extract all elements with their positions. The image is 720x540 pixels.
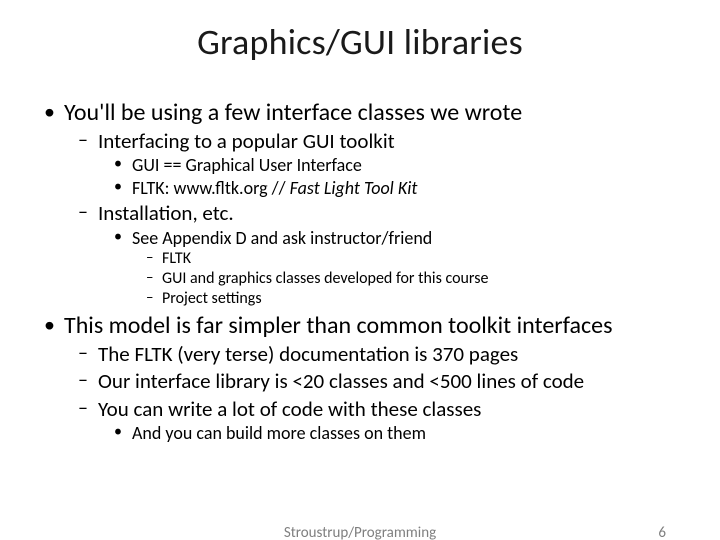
list-item: Our interface library is <20 classes and… xyxy=(64,368,720,394)
bullet-text: See Appendix D and ask instructor/friend xyxy=(132,227,432,249)
list-item: See Appendix D and ask instructor/friend… xyxy=(98,227,720,310)
slide-title: Graphics/GUI libraries xyxy=(0,20,720,64)
sublist: Interfacing to a popular GUI toolkit GUI… xyxy=(64,128,720,309)
page-number: 6 xyxy=(658,524,666,540)
bullet-text: Project settings xyxy=(162,289,262,308)
bullet-text: This model is far simpler than common to… xyxy=(64,311,612,340)
list-item: You can write a lot of code with these c… xyxy=(64,396,720,445)
bullet-text: You can write a lot of code with these c… xyxy=(98,396,481,422)
sublist: The FLTK (very terse) documentation is 3… xyxy=(64,341,720,444)
list-item: And you can build more classes on them xyxy=(98,422,720,445)
bullet-text: Our interface library is <20 classes and… xyxy=(98,368,584,394)
bullet-text: The FLTK (very terse) documentation is 3… xyxy=(98,341,518,367)
bullet-text: Installation, etc. xyxy=(98,200,234,226)
sublist: GUI == Graphical User Interface FLTK: ww… xyxy=(98,154,720,199)
sublist: And you can build more classes on them xyxy=(98,422,720,445)
sublist: FLTK GUI and graphics classes developed … xyxy=(132,249,720,309)
bullet-list: You'll be using a few interface classes … xyxy=(0,98,720,444)
bullet-text: FLTK: www.fltk.org // xyxy=(132,177,290,199)
list-item: GUI == Graphical User Interface xyxy=(98,154,720,177)
bullet-text: And you can build more classes on them xyxy=(132,422,426,444)
bullet-text: GUI and graphics classes developed for t… xyxy=(162,269,488,288)
list-item: This model is far simpler than common to… xyxy=(0,311,720,444)
list-item: You'll be using a few interface classes … xyxy=(0,98,720,309)
list-item: FLTK: www.fltk.org // Fast Light Tool Ki… xyxy=(98,177,720,200)
bullet-text: GUI == Graphical User Interface xyxy=(132,154,362,176)
footer-text: Stroustrup/Programming xyxy=(0,524,720,540)
list-item: Installation, etc. See Appendix D and as… xyxy=(64,200,720,309)
slide: Graphics/GUI libraries You'll be using a… xyxy=(0,20,720,540)
list-item: GUI and graphics classes developed for t… xyxy=(132,269,720,289)
list-item: FLTK xyxy=(132,249,720,269)
bullet-text: Interfacing to a popular GUI toolkit xyxy=(98,128,395,154)
list-item: Interfacing to a popular GUI toolkit GUI… xyxy=(64,128,720,199)
sublist: See Appendix D and ask instructor/friend… xyxy=(98,227,720,310)
bullet-text-italic: Fast Light Tool Kit xyxy=(290,177,418,199)
bullet-text: You'll be using a few interface classes … xyxy=(64,98,522,127)
list-item: The FLTK (very terse) documentation is 3… xyxy=(64,341,720,367)
bullet-text: FLTK xyxy=(162,249,191,268)
list-item: Project settings xyxy=(132,289,720,309)
